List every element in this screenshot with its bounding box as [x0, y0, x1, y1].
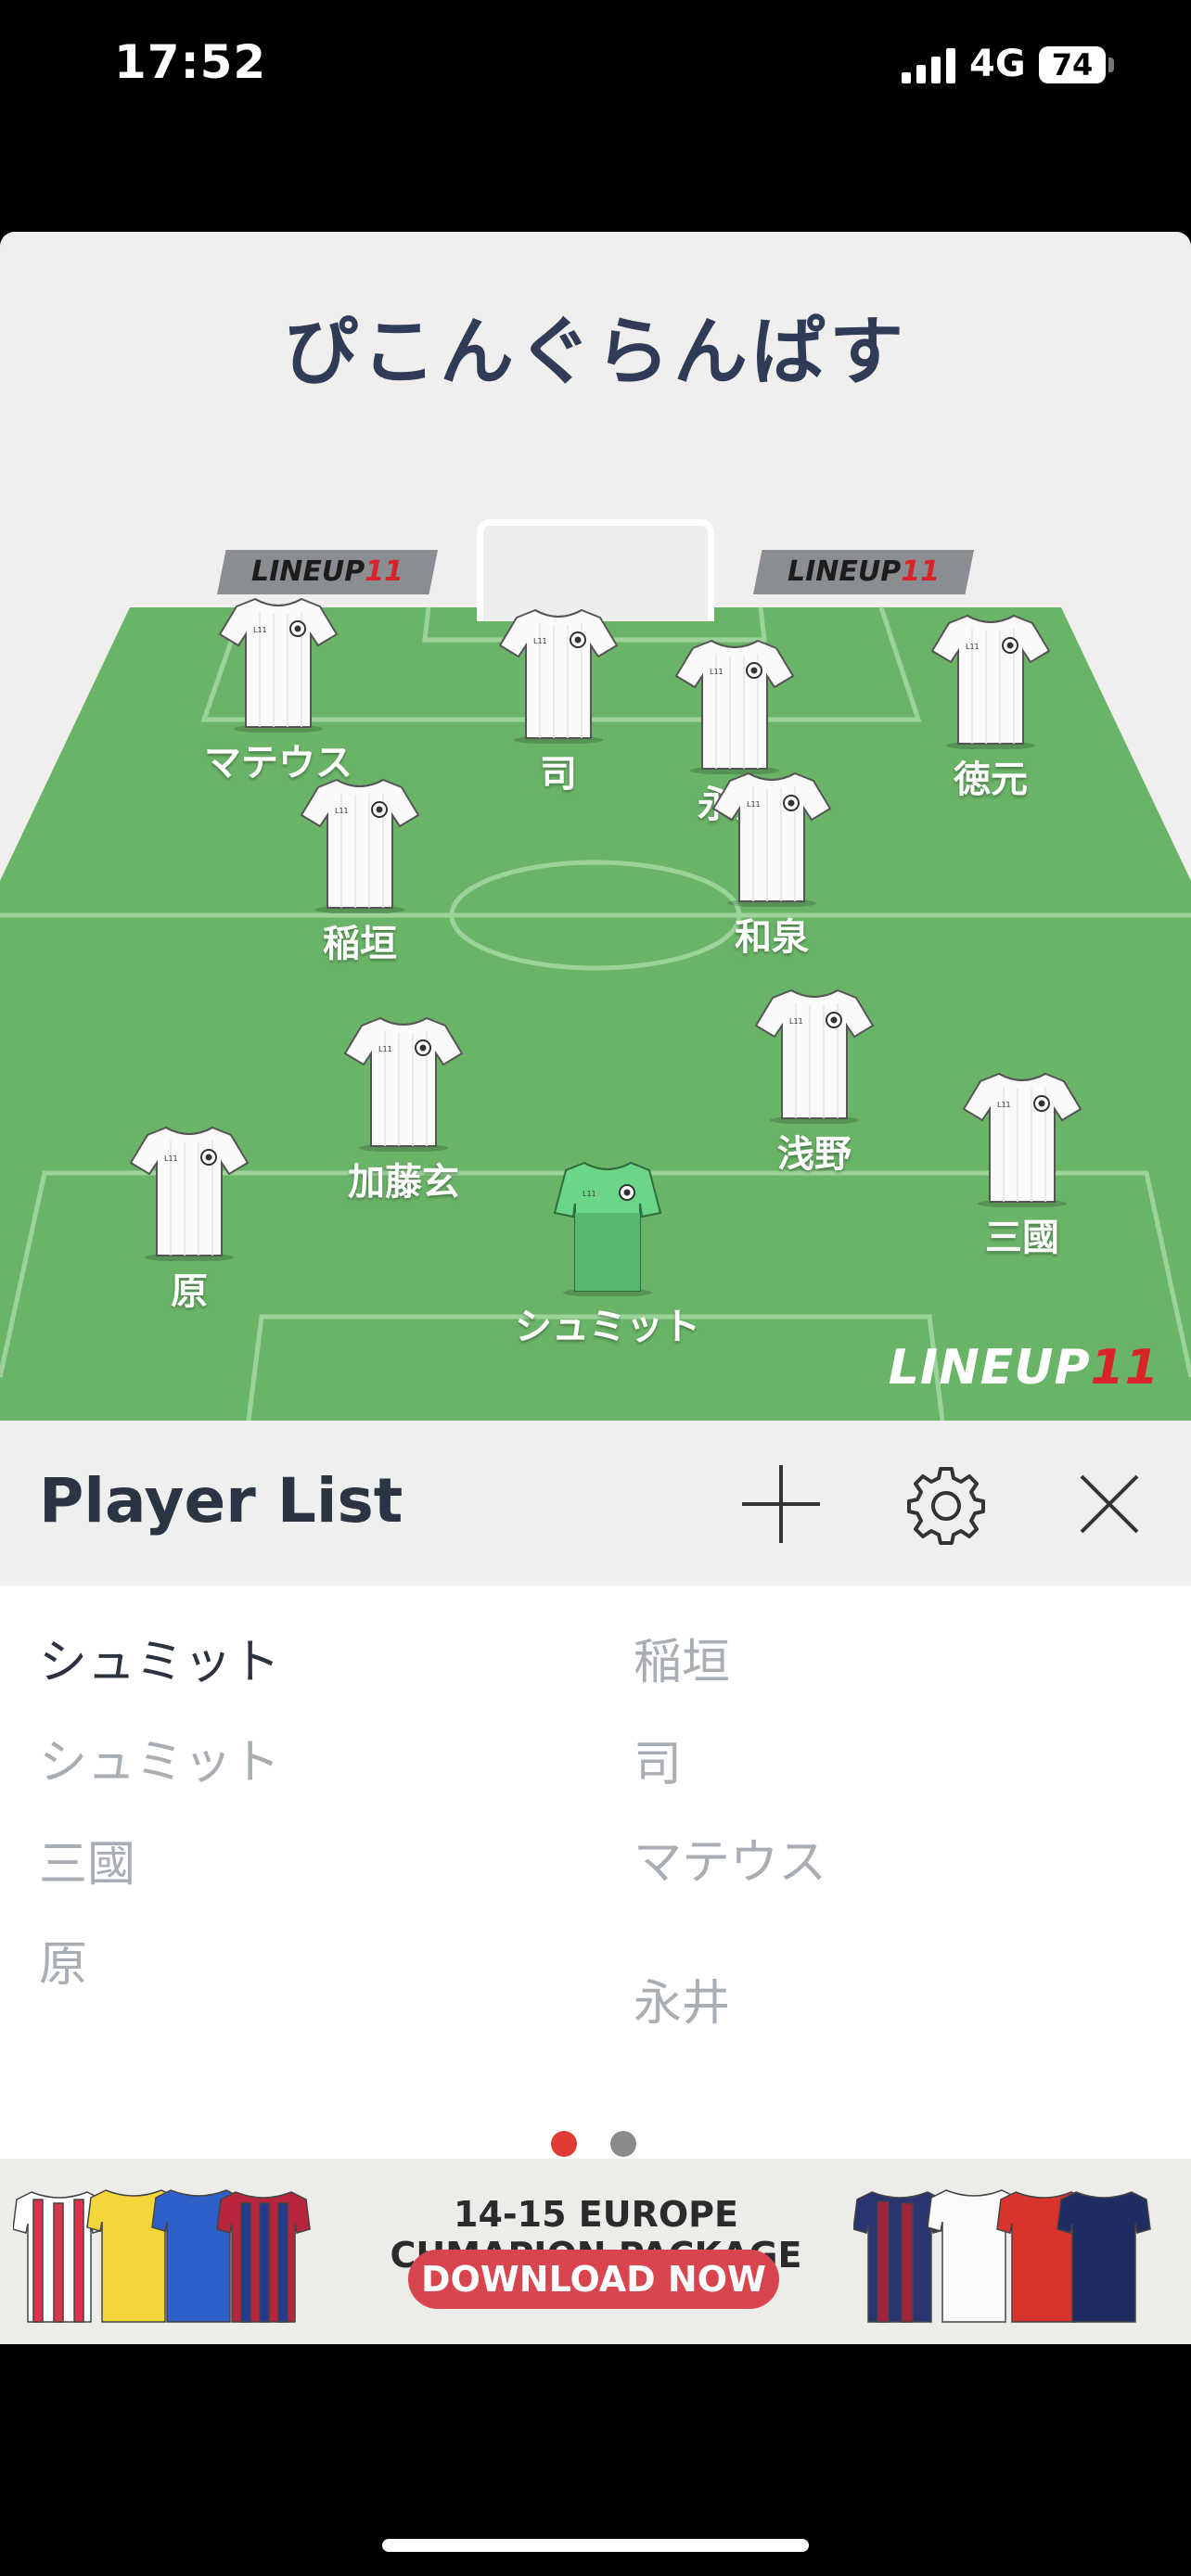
battery-tip [1108, 57, 1114, 72]
svg-text:L11: L11 [378, 1045, 392, 1053]
battery-icon: 74 [1039, 46, 1106, 83]
jerseys-illustration-left [13, 2189, 311, 2323]
home-indicator[interactable] [382, 2539, 809, 2552]
player-name: 加藤玄 [348, 1161, 459, 1204]
player-name: 和泉 [735, 916, 809, 959]
board-eleven: 11 [365, 555, 403, 588]
board-text: LINEUP [251, 555, 365, 588]
list-item[interactable]: 三國 [39, 1825, 135, 1894]
page-dot[interactable] [610, 2131, 636, 2157]
jersey-icon: L11 [498, 608, 619, 744]
plus-icon [742, 1465, 820, 1543]
svg-text:L11: L11 [335, 807, 349, 815]
list-item[interactable]: 稲垣 [634, 1623, 730, 1692]
jersey-icon: L11 [343, 1016, 464, 1152]
page-indicator [0, 2122, 1191, 2159]
player-marker[interactable]: L11 稲垣 [286, 774, 434, 965]
player-marker[interactable]: L11 司 [484, 605, 633, 796]
close-icon [1080, 1474, 1139, 1534]
gear-icon [907, 1467, 985, 1545]
player-marker[interactable]: L11 原 [115, 1122, 263, 1313]
list-item[interactable]: 原 [39, 1925, 87, 1995]
logo-text: LINEUP [888, 1340, 1091, 1396]
jersey-icon: L11 [930, 614, 1051, 749]
status-time: 17:52 [114, 35, 267, 89]
list-item[interactable]: 司 [634, 1725, 682, 1794]
player-marker[interactable]: L11 和泉 [698, 768, 846, 959]
jersey-icon: L11 [962, 1072, 1082, 1207]
svg-text:L11: L11 [747, 800, 761, 809]
svg-text:L11: L11 [253, 626, 267, 634]
player-name: 浅野 [777, 1133, 852, 1176]
add-player-button[interactable] [735, 1458, 827, 1550]
svg-text:L11: L11 [997, 1101, 1011, 1109]
jersey-icon: L11 [218, 597, 339, 733]
jersey-icon: L11 [129, 1126, 250, 1261]
cellular-signal-icon [902, 48, 955, 83]
list-item[interactable]: シュミット [39, 1623, 280, 1692]
player-name: 原 [171, 1270, 208, 1313]
lineup11-board-left: LINEUP11 [217, 550, 438, 594]
jerseys-illustration-right [853, 2189, 1151, 2323]
player-list: シュミット シュミット 三國 原 稲垣 司 マテウス 永井 [0, 1586, 1191, 2161]
svg-text:L11: L11 [789, 1017, 803, 1026]
list-item[interactable]: マテウス [634, 1823, 826, 1893]
player-marker[interactable]: L11 加藤玄 [329, 1013, 478, 1204]
ad-banner[interactable]: 14-15 EUROPE CHMAPION PACKAGE DOWNLOAD N… [0, 2159, 1191, 2344]
close-button[interactable] [1063, 1458, 1156, 1550]
jersey-icon: L11 [674, 639, 795, 774]
svg-text:L11: L11 [966, 643, 980, 651]
player-name: シュミット [515, 1306, 700, 1348]
player-name: 徳元 [954, 759, 1028, 801]
keeper-jersey-icon: L11 [553, 1161, 662, 1296]
player-list-header: Player List [0, 1421, 1191, 1586]
goalkeeper-marker[interactable]: L11 シュミット [515, 1157, 700, 1348]
download-now-button[interactable]: DOWNLOAD NOW [408, 2250, 779, 2309]
player-name: 三國 [985, 1217, 1059, 1259]
list-item[interactable]: シュミット [39, 1723, 280, 1792]
svg-text:L11: L11 [533, 637, 547, 645]
player-list-title: Player List [39, 1465, 403, 1537]
logo-eleven: 11 [1090, 1340, 1159, 1396]
list-item[interactable]: 永井 [634, 1964, 730, 2034]
status-bar: 17:52 4G 74 [0, 0, 1191, 232]
settings-button[interactable] [900, 1458, 992, 1550]
svg-text:L11: L11 [164, 1154, 178, 1163]
jersey-icon: L11 [300, 778, 420, 913]
jersey-icon: L11 [711, 772, 832, 907]
pitch-area: ぴこんぐらんぱす LINEUP11 LINEUP11 LINEUP11 L11 … [0, 232, 1191, 1421]
player-name: 稲垣 [323, 923, 397, 965]
lineup-sheet: ぴこんぐらんぱす LINEUP11 LINEUP11 LINEUP11 L11 … [0, 232, 1191, 2344]
board-eleven: 11 [901, 555, 940, 588]
player-marker[interactable]: L11 三國 [948, 1068, 1096, 1259]
player-marker[interactable]: L11 浅野 [740, 985, 889, 1176]
network-type: 4G [969, 43, 1026, 85]
svg-text:L11: L11 [710, 668, 724, 676]
player-marker[interactable]: L11 徳元 [916, 610, 1065, 801]
page-dot-active[interactable] [551, 2131, 577, 2157]
player-marker[interactable]: L11 マテウス [204, 593, 352, 784]
svg-text:L11: L11 [583, 1190, 596, 1198]
board-text: LINEUP [788, 555, 902, 588]
jersey-icon: L11 [754, 988, 875, 1124]
lineup11-logo: LINEUP11 [889, 1340, 1159, 1396]
lineup11-board-right: LINEUP11 [753, 550, 974, 594]
